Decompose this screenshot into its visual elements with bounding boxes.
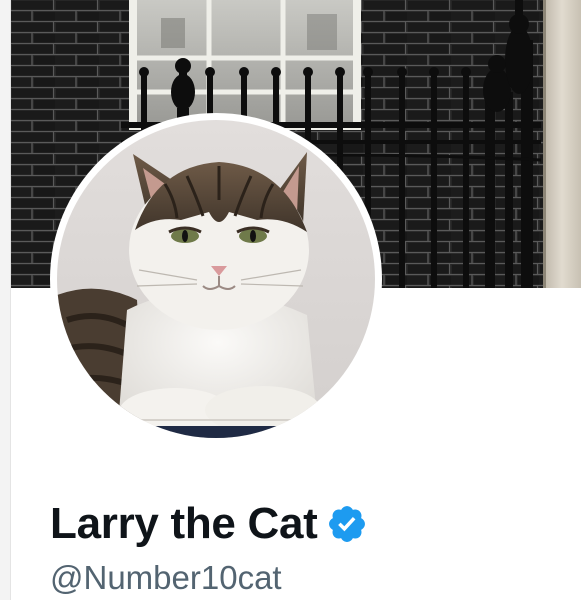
- display-name-row: Larry the Cat: [50, 494, 368, 554]
- cat-avatar-image: [57, 120, 375, 438]
- left-divider: [0, 0, 11, 600]
- profile-page: Larry the Cat @Number10cat: [0, 0, 581, 600]
- verified-badge-icon[interactable]: [326, 503, 368, 545]
- display-name: Larry the Cat: [50, 499, 318, 548]
- profile-avatar[interactable]: [50, 113, 382, 445]
- profile-handle[interactable]: @Number10cat: [50, 556, 282, 600]
